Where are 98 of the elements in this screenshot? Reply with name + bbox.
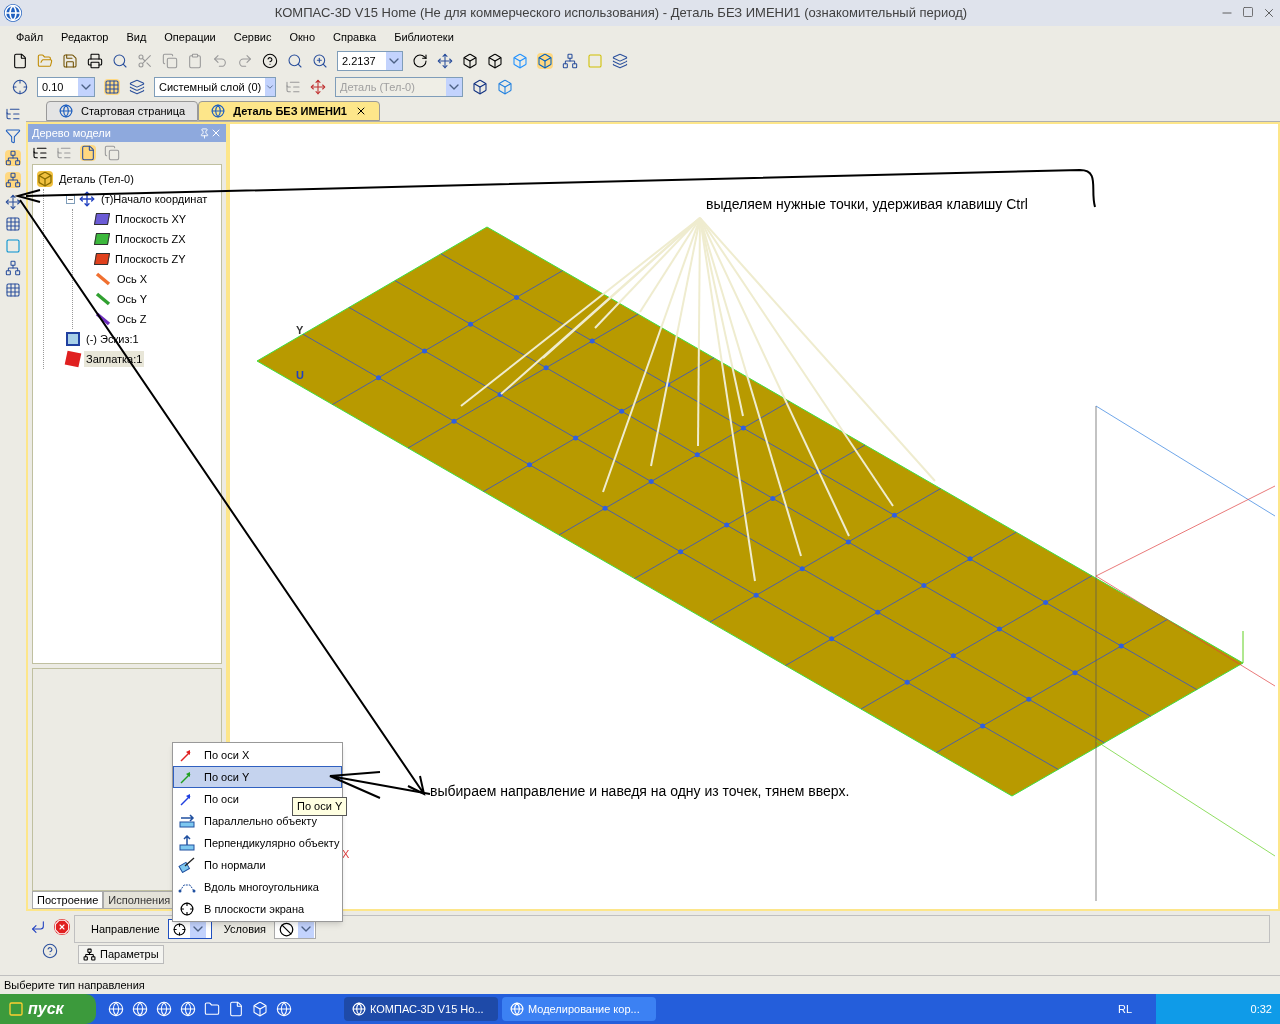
- close-tab-icon[interactable]: [355, 105, 367, 117]
- help-icon[interactable]: [42, 943, 58, 959]
- perpendicular-arrow-icon: [178, 835, 196, 851]
- rotate-icon[interactable]: [412, 53, 428, 69]
- quick-launch-icon[interactable]: [228, 1001, 244, 1017]
- grid-points-icon[interactable]: [5, 216, 21, 232]
- zoom-in-icon[interactable]: [312, 53, 328, 69]
- new-file-icon[interactable]: [12, 53, 28, 69]
- step-dropdown[interactable]: 0.10: [37, 77, 95, 97]
- stop-icon[interactable]: [54, 919, 70, 935]
- solid-box-icon[interactable]: [497, 79, 513, 95]
- menu-item[interactable]: Библиотеки: [394, 28, 454, 46]
- quick-launch-icon[interactable]: [108, 1001, 124, 1017]
- sketch-icon: [66, 332, 80, 346]
- windows-flag-icon: [8, 1001, 24, 1017]
- menu-item[interactable]: Перпендикулярно объекту: [173, 832, 342, 854]
- quick-launch-icon[interactable]: [276, 1001, 292, 1017]
- collapse-toggle[interactable]: [66, 194, 75, 204]
- language-indicator[interactable]: RL: [1117, 1000, 1132, 1018]
- quick-launch-icon[interactable]: [204, 1001, 220, 1017]
- restore-icon[interactable]: [1242, 6, 1254, 18]
- parallel-arrow-icon: [178, 813, 196, 829]
- tree-item[interactable]: Плоскость XY: [113, 210, 189, 228]
- menu-item[interactable]: Окно: [289, 28, 315, 46]
- axis-label: Y: [296, 323, 304, 338]
- filter-icon[interactable]: [5, 128, 21, 144]
- panel-tab[interactable]: Построение: [32, 891, 104, 909]
- layers-icon[interactable]: [612, 53, 628, 69]
- app-icon: [510, 1002, 524, 1016]
- help-icon[interactable]: [262, 53, 278, 69]
- hatched-cube-icon[interactable]: [472, 79, 488, 95]
- part-icon: [37, 171, 53, 187]
- menu-item[interactable]: Сервис: [233, 28, 272, 46]
- zoom-icon[interactable]: [287, 53, 303, 69]
- annotation-text: выделяем нужные точки, удерживая клавишу Ctrl: [706, 195, 1028, 214]
- tree-structure-icon[interactable]: [562, 53, 578, 69]
- shaded-cube-icon[interactable]: [512, 53, 528, 69]
- tree-item[interactable]: (т)Начало координат: [99, 190, 210, 208]
- menu-item[interactable]: Вид: [126, 28, 147, 46]
- tree-item[interactable]: Деталь (Тел-0): [57, 170, 136, 188]
- printer-icon[interactable]: [87, 53, 103, 69]
- panel-title: Дерево модели: [32, 125, 112, 141]
- field-label: Условия: [223, 921, 267, 937]
- tree-item[interactable]: Ось X: [115, 270, 150, 288]
- menu-item[interactable]: По оси Y: [173, 766, 342, 788]
- menu-item[interactable]: Редактор: [61, 28, 109, 46]
- menu-item[interactable]: По оси X: [173, 744, 342, 766]
- quick-launch-icon[interactable]: [132, 1001, 148, 1017]
- menu-item[interactable]: В плоскости экрана: [173, 898, 342, 920]
- window-title: КОМПАС-3D V15 Home (Не для коммерческого использования) - Деталь БЕЗ ИМЕНИ1 (ознакомительный период): [273, 4, 969, 23]
- layers-icon[interactable]: [129, 79, 145, 95]
- menu-item[interactable]: Вдоль многоугольника: [173, 876, 342, 898]
- tree-item[interactable]: Плоскость ZX: [113, 230, 188, 248]
- tree-view-icon[interactable]: [32, 145, 48, 161]
- document-tab[interactable]: Стартовая страница: [46, 101, 199, 121]
- crosshair-icon: [172, 922, 186, 936]
- tooltip: По оси Y: [292, 797, 348, 816]
- annotation-text: выбираем направление и наведя на одну из точек, тянем вверх.: [430, 782, 850, 801]
- zoom-dropdown[interactable]: 2.2137: [337, 51, 403, 71]
- menu-item[interactable]: Файл: [16, 28, 44, 46]
- patch-icon: [64, 350, 82, 368]
- tree-item[interactable]: Ось Y: [115, 290, 150, 308]
- enter-arrow-icon[interactable]: [30, 919, 46, 935]
- normal-arrow-icon: [178, 857, 196, 873]
- taskbar-button[interactable]: КОМПАС-3D V15 Ho...: [344, 997, 498, 1021]
- wireframe-cube-icon[interactable]: [462, 53, 478, 69]
- document-icon[interactable]: [80, 145, 96, 161]
- shaded-edges-cube-icon[interactable]: [537, 53, 553, 69]
- axes-icon[interactable]: [5, 194, 21, 210]
- property-tab[interactable]: Параметры: [78, 945, 164, 964]
- crosshair-icon: [180, 902, 194, 916]
- cube-icon[interactable]: [487, 53, 503, 69]
- quick-launch-icon[interactable]: [252, 1001, 268, 1017]
- network-icon[interactable]: [5, 260, 21, 276]
- status-text: Выберите тип направления: [4, 977, 145, 993]
- quick-launch-icon[interactable]: [180, 1001, 196, 1017]
- tree-item[interactable]: Плоскость ZY: [113, 250, 188, 268]
- preview-icon[interactable]: [112, 53, 128, 69]
- field-label: Направление: [91, 921, 160, 937]
- app-icon: [352, 1002, 366, 1016]
- axis-label: U: [296, 368, 304, 383]
- coordinate-axes-icon: [79, 191, 95, 207]
- taskbar-button[interactable]: Моделирование кор...: [502, 997, 656, 1021]
- quick-launch-icon[interactable]: [156, 1001, 172, 1017]
- close-icon[interactable]: [1262, 6, 1276, 20]
- axis-label: X: [342, 847, 350, 862]
- menu-item[interactable]: По нормали: [173, 854, 342, 876]
- layer-dropdown[interactable]: Системный слой (0): [154, 77, 276, 97]
- app-logo-icon: [4, 4, 22, 22]
- diamond-grid-icon[interactable]: [5, 282, 21, 298]
- tree-icon[interactable]: [5, 106, 21, 122]
- menu-item[interactable]: Справка: [333, 28, 377, 46]
- save-icon[interactable]: [62, 53, 78, 69]
- tree-item[interactable]: Ось Z: [115, 310, 149, 328]
- start-button[interactable]: пуск: [0, 994, 96, 1024]
- clock: 0:32: [1250, 1001, 1272, 1017]
- document-tab[interactable]: Деталь БЕЗ ИМЕНИ1: [198, 101, 380, 121]
- menu-item[interactable]: Операции: [164, 28, 216, 46]
